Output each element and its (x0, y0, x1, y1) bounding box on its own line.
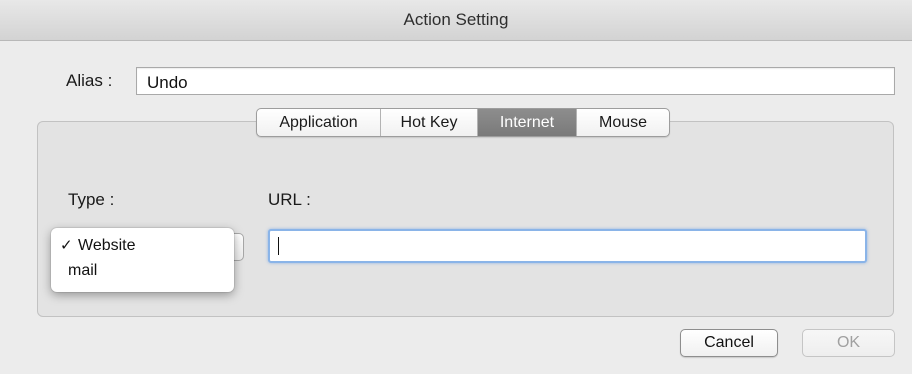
type-dropdown-menu: ✓ Website mail (51, 228, 234, 292)
alias-value: Undo (147, 73, 188, 92)
alias-input[interactable]: Undo (136, 67, 895, 95)
url-label: URL : (268, 190, 311, 209)
alias-label: Alias : (66, 71, 113, 90)
url-input[interactable] (268, 229, 867, 263)
type-label: Type : (68, 190, 115, 209)
menu-item-label: Website (78, 237, 136, 254)
title-bar[interactable]: Action Setting (0, 0, 912, 41)
window-title: Action Setting (403, 10, 509, 29)
tab-application[interactable]: Application (257, 109, 381, 136)
menu-item-label: mail (68, 262, 98, 279)
tab-mouse[interactable]: Mouse (577, 109, 669, 136)
tab-bar: Application Hot Key Internet Mouse (256, 108, 670, 137)
cancel-button[interactable]: Cancel (680, 329, 778, 357)
action-setting-dialog: Action Setting Alias : Undo Application … (0, 0, 912, 374)
menu-item-mail[interactable]: mail (51, 260, 234, 282)
checkmark-icon: ✓ (60, 237, 73, 254)
menu-item-website[interactable]: ✓ Website (51, 235, 234, 257)
tab-internet[interactable]: Internet (478, 109, 577, 136)
tab-hot-key[interactable]: Hot Key (381, 109, 478, 136)
ok-button[interactable]: OK (802, 329, 895, 357)
text-caret (278, 237, 279, 255)
